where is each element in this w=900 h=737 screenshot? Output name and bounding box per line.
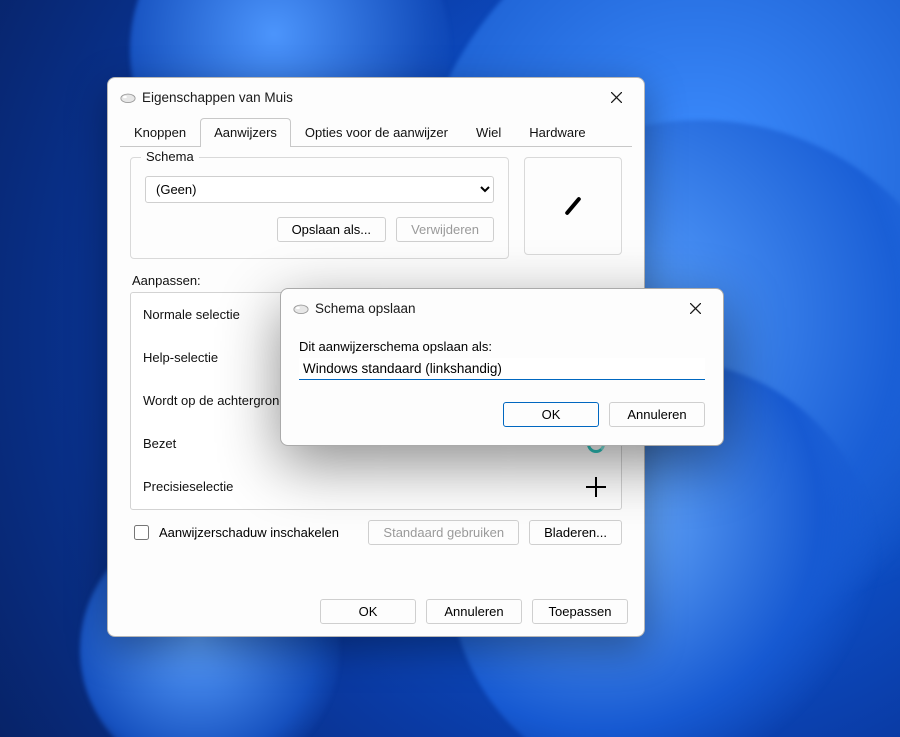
pointer-shadow-label: Aanwijzerschaduw inschakelen	[159, 525, 339, 540]
schema-select[interactable]: (Geen)	[145, 176, 494, 203]
modal-close-button[interactable]	[673, 293, 717, 323]
list-item-label: Normale selectie	[143, 307, 240, 322]
modal-title: Schema opslaan	[315, 301, 673, 316]
delete-button: Verwijderen	[396, 217, 494, 242]
browse-button[interactable]: Bladeren...	[529, 520, 622, 545]
list-item-label: Precisieselectie	[143, 479, 233, 494]
schema-legend: Schema	[141, 149, 199, 164]
window-title: Eigenschappen van Muis	[142, 90, 594, 105]
cancel-button[interactable]: Annuleren	[426, 599, 522, 624]
desktop-background: Eigenschappen van Muis Knoppen Aanwijzer…	[0, 0, 900, 737]
modal-ok-button[interactable]: OK	[503, 402, 599, 427]
list-item-label: Help-selectie	[143, 350, 218, 365]
modal-titlebar[interactable]: Schema opslaan	[281, 289, 723, 327]
close-icon	[611, 92, 622, 103]
tab-strip: Knoppen Aanwijzers Opties voor de aanwij…	[108, 118, 644, 147]
tab-buttons[interactable]: Knoppen	[120, 118, 200, 147]
list-item-label: Bezet	[143, 436, 176, 451]
schema-name-input[interactable]	[299, 358, 705, 380]
tab-pointer-options[interactable]: Opties voor de aanwijzer	[291, 118, 462, 147]
pointer-shadow-input[interactable]	[134, 525, 149, 540]
use-defaults-button: Standaard gebruiken	[368, 520, 519, 545]
customize-label: Aanpassen:	[132, 273, 622, 288]
preview-cursor-icon	[564, 196, 581, 215]
schema-fieldset: Schema (Geen) Opslaan als... Verwijderen	[130, 157, 509, 259]
close-button[interactable]	[594, 82, 638, 112]
modal-cancel-button[interactable]: Annuleren	[609, 402, 705, 427]
list-item[interactable]: Precisieselectie	[131, 465, 621, 508]
save-as-button[interactable]: Opslaan als...	[277, 217, 387, 242]
dialog-button-row: OK Annuleren Toepassen	[108, 587, 644, 636]
save-schema-dialog: Schema opslaan Dit aanwijzerschema opsla…	[280, 288, 724, 446]
modal-prompt: Dit aanwijzerschema opslaan als:	[299, 339, 705, 354]
titlebar[interactable]: Eigenschappen van Muis	[108, 78, 644, 116]
tab-hardware[interactable]: Hardware	[515, 118, 599, 147]
ok-button[interactable]: OK	[320, 599, 416, 624]
pointer-preview	[524, 157, 622, 255]
pointer-shadow-checkbox[interactable]: Aanwijzerschaduw inschakelen	[130, 522, 339, 543]
mouse-icon	[120, 92, 136, 103]
tab-wheel[interactable]: Wiel	[462, 118, 515, 147]
mouse-icon	[293, 303, 309, 314]
precision-cursor-icon	[583, 474, 609, 500]
apply-button[interactable]: Toepassen	[532, 599, 628, 624]
close-icon	[690, 303, 701, 314]
tab-pointers[interactable]: Aanwijzers	[200, 118, 291, 147]
